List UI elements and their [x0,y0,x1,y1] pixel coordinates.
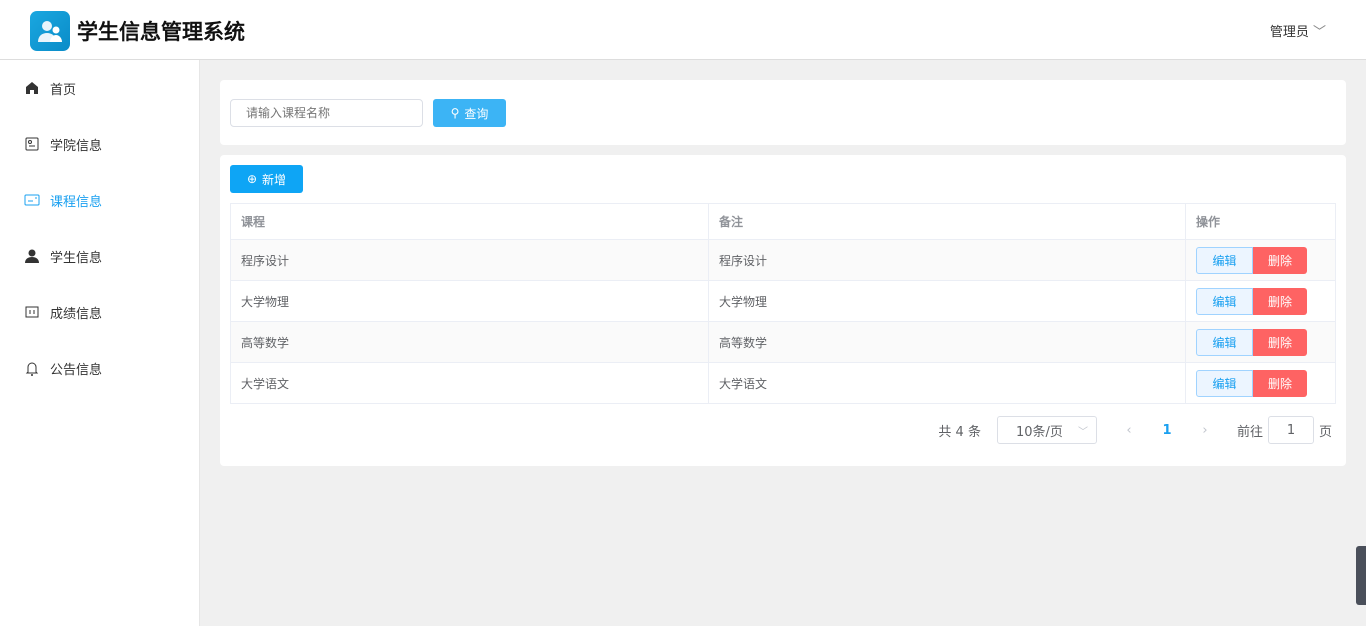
card-icon [24,192,40,208]
search-icon: ⚲ [450,106,460,120]
table-row: 大学物理 大学物理 编辑 删除 [230,280,1336,322]
edit-button[interactable]: 编辑 [1196,328,1253,356]
cell-course: 程序设计 [230,239,709,281]
score-icon [24,304,40,320]
course-table: 课程 备注 操作 程序设计 程序设计 编辑 删除 大学物理 大学物理 编辑 删除 高等数学 高等数… [230,203,1336,404]
table-row: 大学语文 大学语文 编辑 删除 [230,362,1336,404]
delete-button[interactable]: 删除 [1253,328,1307,356]
sidebar-item-label: 课程信息 [50,194,103,210]
total-count: 共 4 条 [938,424,981,440]
goto-page-input[interactable]: 1 [1267,416,1314,444]
sidebar-item-course[interactable]: 课程信息 [0,172,199,228]
chevron-down-icon: ﹀ [1312,25,1326,40]
settings-panel-icon [24,136,40,152]
table-card: ⊕ 新增 课程 备注 操作 程序设计 程序设计 编辑 删除 大学物理 大学物理 编辑 删除 高等数… [220,155,1346,466]
next-page-button[interactable]: › [1187,423,1223,438]
add-button[interactable]: ⊕ 新增 [230,165,303,193]
sidebar: 首页 学院信息 课程信息 学生信息 成绩信息 公告信息 [0,60,200,626]
add-button-label: 新增 [262,172,287,187]
edit-button[interactable]: 编辑 [1196,369,1253,397]
page-number[interactable]: 1 [1147,423,1187,438]
sidebar-item-college[interactable]: 学院信息 [0,116,199,172]
pagination: 共 4 条 10条/页 ﹀ ‹ 1 › 前往 1 页 [938,416,1332,444]
page-size-value: 10条/页 [1015,424,1063,440]
cell-course: 高等数学 [230,321,709,363]
sidebar-item-home[interactable]: 首页 [0,60,199,116]
sidebar-item-student[interactable]: 学生信息 [0,228,199,284]
home-icon [24,80,40,96]
table-row: 高等数学 高等数学 编辑 删除 [230,321,1336,363]
sidebar-item-score[interactable]: 成绩信息 [0,284,199,340]
page-size-select[interactable]: 10条/页 ﹀ [996,416,1097,444]
cell-note: 高等数学 [708,321,1186,363]
search-card: ⚲ 查询 [220,80,1346,145]
floating-toolbar-handle[interactable] [1356,546,1366,605]
user-icon [24,248,40,264]
prev-page-button[interactable]: ‹ [1111,423,1147,438]
search-button[interactable]: ⚲ 查询 [433,99,506,127]
delete-button[interactable]: 删除 [1253,246,1307,274]
sidebar-item-label: 公告信息 [50,362,103,378]
delete-button[interactable]: 删除 [1253,369,1307,397]
header-course: 课程 [230,203,709,240]
logo-icon [30,11,70,51]
user-menu[interactable]: 管理员 ﹀ [1270,21,1326,40]
cell-course: 大学物理 [230,280,709,322]
search-button-label: 查询 [464,106,489,121]
user-name: 管理员 [1269,25,1309,40]
cell-course: 大学语文 [230,362,709,404]
cell-note: 大学物理 [708,280,1186,322]
edit-button[interactable]: 编辑 [1196,287,1253,315]
sidebar-item-label: 首页 [50,82,77,98]
delete-button[interactable]: 删除 [1253,287,1307,315]
bell-icon [24,360,40,376]
plus-circle-icon: ⊕ [246,172,258,186]
sidebar-item-label: 学生信息 [50,250,103,266]
chevron-down-icon: ﹀ [1077,426,1088,438]
edit-button[interactable]: 编辑 [1196,246,1253,274]
cell-note: 程序设计 [708,239,1186,281]
cell-note: 大学语文 [708,362,1186,404]
app-title: 学生信息管理系统 [77,20,245,44]
header-actions: 操作 [1185,203,1336,240]
sidebar-item-label: 学院信息 [50,138,103,154]
page-suffix: 页 [1318,424,1332,440]
goto-label: 前往 [1236,424,1263,440]
sidebar-item-notice[interactable]: 公告信息 [0,340,199,396]
table-header: 课程 备注 操作 [230,203,1336,240]
sidebar-item-label: 成绩信息 [50,306,103,322]
course-search-input[interactable] [230,99,423,127]
header-note: 备注 [708,203,1186,240]
table-row: 程序设计 程序设计 编辑 删除 [230,239,1336,281]
header: 学生信息管理系统 管理员 ﹀ [0,0,1366,60]
